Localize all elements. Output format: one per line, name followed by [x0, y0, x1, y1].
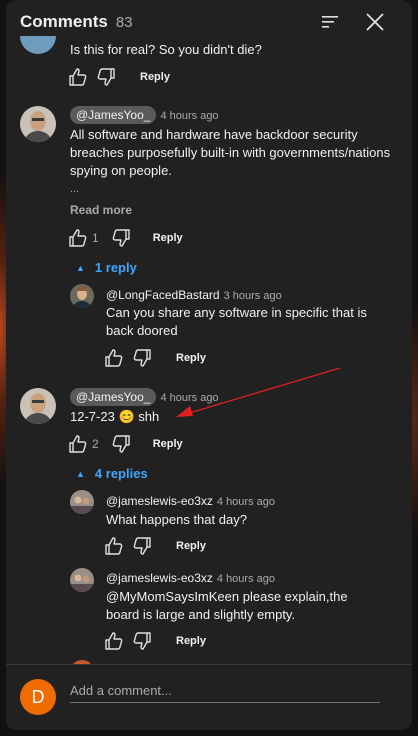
avatar[interactable]	[20, 388, 56, 424]
replies-toggle-label: 4 replies	[94, 466, 148, 481]
add-comment-bar: D	[6, 665, 412, 730]
thumb-up-icon[interactable]	[104, 631, 124, 651]
reply-button[interactable]: Reply	[140, 71, 170, 83]
author-handle[interactable]: @JamesYoo_	[70, 106, 157, 124]
user-avatar[interactable]: D	[20, 679, 56, 715]
reply-button[interactable]: Reply	[176, 540, 206, 552]
thumb-up-icon[interactable]	[104, 536, 124, 556]
like-count: 2	[92, 437, 99, 451]
reply-text: @MyMomSaysImKeen please explain,the boar…	[106, 588, 376, 624]
thumb-down-icon[interactable]	[111, 434, 131, 454]
avatar[interactable]	[20, 36, 56, 54]
reply-meta: @LongFacedBastard 3 hours ago	[106, 286, 282, 304]
like-count: 1	[92, 231, 99, 245]
comment-actions: 1 Reply	[68, 228, 183, 248]
caret-up-icon: ▲	[76, 262, 85, 273]
reply-text: What happens that day?	[106, 512, 247, 527]
thumb-down-icon[interactable]	[132, 631, 152, 651]
close-icon[interactable]	[364, 11, 386, 33]
comment-text: Is this for real? So you didn't die?	[70, 42, 262, 57]
comment-text: 12-7-23 😊 shh	[70, 408, 370, 426]
reply-text: Can you share any software in specific t…	[106, 305, 367, 338]
caret-up-icon: ▲	[76, 468, 85, 479]
timestamp[interactable]: 4 hours ago	[217, 496, 275, 508]
thumb-down-icon[interactable]	[96, 67, 116, 87]
avatar[interactable]	[20, 106, 56, 142]
reply-button[interactable]: Reply	[153, 232, 183, 244]
thumb-down-icon[interactable]	[132, 348, 152, 368]
thumb-down-icon[interactable]	[132, 536, 152, 556]
replies-toggle-label: 1 reply	[94, 260, 137, 275]
comment-text: All software and hardware have backdoor …	[70, 127, 391, 178]
replies-toggle[interactable]: ▲ 1 reply	[76, 260, 137, 275]
comments-list: Is this for real? So you didn't die? Rep…	[6, 36, 412, 664]
thumb-up-icon[interactable]	[68, 434, 88, 454]
thumb-up-icon[interactable]	[104, 348, 124, 368]
reply-meta: @jameslewis-eo3xz 4 hours ago	[106, 492, 275, 510]
avatar[interactable]	[70, 284, 94, 308]
thumb-up-icon[interactable]	[68, 67, 88, 87]
smile-emoji: 😊	[118, 409, 135, 424]
timestamp[interactable]: 4 hours ago	[160, 110, 218, 122]
thumb-up-icon[interactable]	[68, 228, 88, 248]
comments-count: 83	[115, 13, 133, 31]
author-handle[interactable]: @JamesYoo_	[70, 388, 157, 406]
comment-ellipsis: ...	[70, 183, 80, 195]
reply-actions: Reply	[104, 536, 206, 556]
reply-meta: @jameslewis-eo3xz 4 hours ago	[106, 569, 275, 587]
comment-text-date: 12-7-23	[70, 409, 115, 424]
comment-meta: @JamesYoo_ 4 hours ago	[70, 106, 219, 124]
reply-actions: Reply	[104, 348, 206, 368]
comments-title: Comments	[20, 12, 108, 31]
reply-button[interactable]: Reply	[153, 438, 183, 450]
mention-link[interactable]: @MyMomSaysImKeen	[106, 589, 239, 604]
comments-panel: Comments 83 Is this for real? So you did…	[6, 0, 412, 730]
comment-actions: 2 Reply	[68, 434, 183, 454]
timestamp[interactable]: 4 hours ago	[217, 573, 275, 585]
comment-text-tail: shh	[138, 409, 160, 424]
author-handle[interactable]: @jameslewis-eo3xz	[106, 571, 213, 585]
thumb-down-icon[interactable]	[111, 228, 131, 248]
replies-toggle[interactable]: ▲ 4 replies	[76, 466, 148, 481]
reply-actions: Reply	[104, 631, 206, 651]
comment-meta: @JamesYoo_ 4 hours ago	[70, 388, 219, 406]
reply-button[interactable]: Reply	[176, 352, 206, 364]
comment-actions: Reply	[68, 67, 170, 87]
reply-button[interactable]: Reply	[176, 635, 206, 647]
avatar[interactable]	[70, 490, 94, 514]
add-comment-input[interactable]	[70, 679, 380, 703]
avatar[interactable]	[70, 568, 94, 592]
author-handle[interactable]: @LongFacedBastard	[106, 288, 220, 302]
read-more-link[interactable]: Read more	[70, 203, 132, 217]
author-handle[interactable]: @jameslewis-eo3xz	[106, 494, 213, 508]
sort-icon[interactable]	[320, 12, 340, 32]
timestamp[interactable]: 3 hours ago	[224, 290, 282, 302]
timestamp[interactable]: 4 hours ago	[160, 392, 218, 404]
